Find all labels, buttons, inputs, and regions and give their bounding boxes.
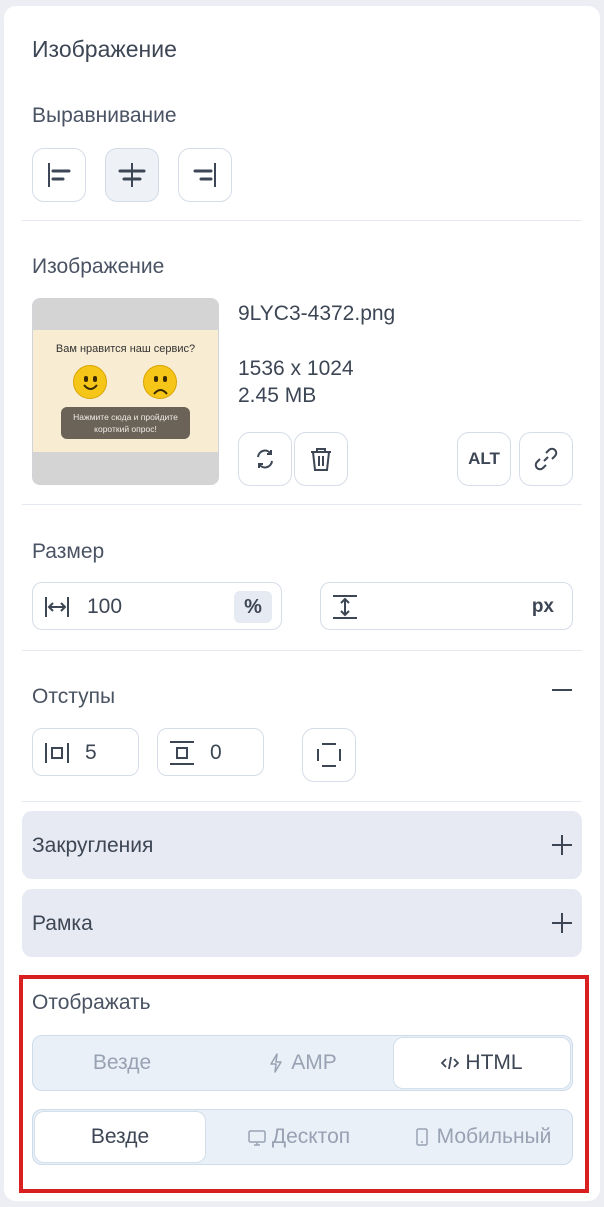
device-option-everywhere[interactable]: Везде (35, 1112, 205, 1162)
phone-icon (415, 1128, 428, 1146)
padding-label: Отступы (32, 685, 116, 708)
padding-vertical-field[interactable]: 0 (157, 728, 264, 776)
monitor-icon (248, 1130, 266, 1146)
format-option-amp[interactable]: AMP (213, 1038, 391, 1088)
size-label: Размер (32, 540, 105, 563)
file-size: 2.45 MB (238, 384, 317, 407)
happy-face-icon (73, 365, 107, 399)
file-name: 9LYC3-4372.png (238, 302, 396, 325)
image-settings-panel: Изображение Выравнивание Изображение Вам… (4, 6, 600, 1201)
preview-cta: Нажмите сюда и пройдите короткий опрос! (61, 407, 190, 439)
display-label: Отображать (32, 991, 151, 1014)
replace-image-button[interactable] (238, 432, 292, 486)
align-right-icon (193, 163, 216, 187)
width-icon (45, 597, 69, 617)
alt-text-button[interactable]: ALT (457, 432, 511, 486)
format-option-everywhere[interactable]: Везде (35, 1038, 209, 1088)
width-value: 100 (87, 595, 123, 618)
collapse-icon[interactable] (550, 678, 574, 702)
code-icon (441, 1056, 460, 1070)
border-label: Рамка (32, 912, 93, 935)
panel-title: Изображение (32, 36, 177, 62)
width-field[interactable]: 100 % (32, 582, 282, 630)
padding-horizontal-icon (45, 743, 69, 763)
padding-sides-icon (317, 743, 341, 767)
lightning-icon (270, 1053, 282, 1073)
plus-icon (552, 835, 572, 855)
divider (22, 220, 582, 221)
image-preview: Вам нравится наш сервис? Нажмите сюда и … (33, 330, 218, 452)
padding-vertical-value: 0 (210, 741, 222, 764)
individual-padding-button[interactable] (302, 728, 356, 782)
padding-horizontal-value: 5 (85, 741, 97, 764)
height-icon (333, 595, 357, 619)
alignment-label: Выравнивание (32, 104, 177, 127)
device-option-label: Мобильный (436, 1125, 552, 1148)
preview-cta-line1: Нажмите сюда и пройдите (73, 412, 178, 422)
device-segmented-control: Везде Десктоп Мобильный (32, 1109, 573, 1165)
divider (22, 801, 582, 802)
format-option-label: HTML (465, 1051, 523, 1074)
preview-question: Вам нравится наш сервис? (55, 343, 196, 355)
link-icon (534, 447, 558, 471)
height-unit[interactable]: px (532, 596, 554, 618)
sad-face-icon (143, 365, 177, 399)
align-left-button[interactable] (32, 148, 86, 202)
plus-icon (552, 913, 572, 933)
border-accordion[interactable]: Рамка (22, 889, 582, 957)
refresh-icon (257, 449, 273, 469)
link-button[interactable] (519, 432, 573, 486)
align-center-icon (118, 163, 146, 187)
align-center-button[interactable] (105, 148, 159, 202)
format-option-label: AMP (291, 1051, 337, 1074)
height-field[interactable]: px (320, 582, 573, 630)
device-option-mobile[interactable]: Мобильный (393, 1112, 571, 1162)
delete-image-button[interactable] (294, 432, 348, 486)
image-thumbnail[interactable]: Вам нравится наш сервис? Нажмите сюда и … (32, 298, 219, 485)
file-dimensions: 1536 x 1024 (238, 357, 354, 380)
device-option-desktop[interactable]: Десктоп (209, 1112, 389, 1162)
rounding-accordion[interactable]: Закругления (22, 811, 582, 879)
format-option-html[interactable]: HTML (394, 1038, 570, 1088)
image-label: Изображение (32, 255, 165, 278)
preview-cta-line2: короткий опрос! (94, 424, 157, 434)
alt-label: ALT (468, 449, 500, 468)
trash-icon (311, 448, 331, 471)
width-unit-toggle[interactable]: % (234, 591, 272, 623)
format-option-label: Везде (92, 1051, 152, 1074)
padding-vertical-icon (170, 741, 194, 765)
device-option-label: Везде (90, 1125, 150, 1148)
align-left-icon (48, 163, 71, 187)
align-right-button[interactable] (178, 148, 232, 202)
rounding-label: Закругления (32, 834, 154, 857)
device-option-label: Десктоп (271, 1125, 351, 1148)
padding-horizontal-field[interactable]: 5 (32, 728, 139, 776)
format-segmented-control: Везде AMP HTML (32, 1035, 573, 1091)
divider (22, 504, 582, 505)
divider (22, 650, 582, 651)
